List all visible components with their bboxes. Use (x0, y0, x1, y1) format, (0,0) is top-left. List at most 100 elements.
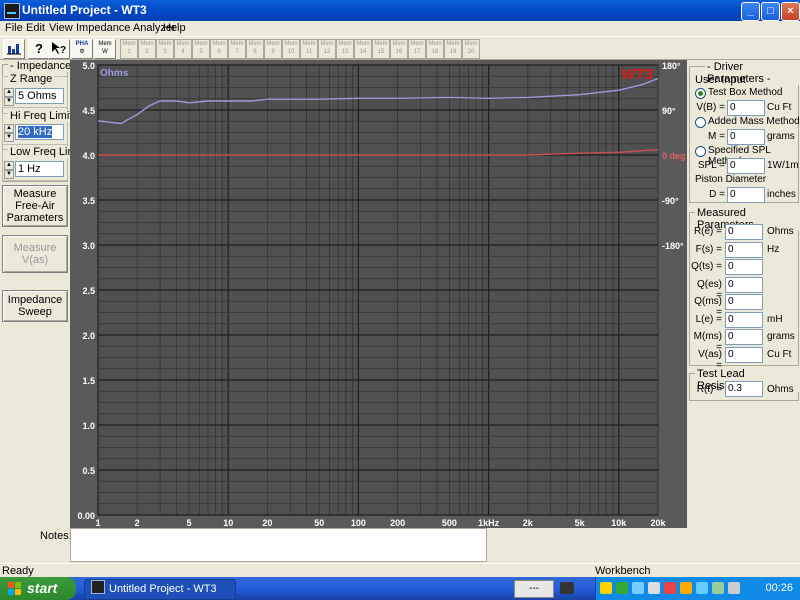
network-icon[interactable] (560, 582, 574, 594)
hi-freq-field[interactable]: 20 kHz (15, 124, 64, 140)
chart-tool-button[interactable] (3, 39, 25, 59)
y-tick-label: 2.5 (82, 286, 95, 296)
memory-slot-button[interactable]: Mem 10 (282, 39, 300, 59)
bar-chart-icon (7, 44, 21, 55)
spin-down-icon[interactable]: ▼ (4, 97, 14, 106)
mem-label: Mem (284, 41, 298, 47)
alert-icon[interactable] (664, 582, 676, 594)
volume-icon[interactable] (728, 582, 740, 594)
memory-slot-button[interactable]: Mem 2 (138, 39, 156, 59)
measured-value[interactable]: 0 (725, 311, 763, 328)
menu-edit[interactable]: Edit (26, 22, 45, 34)
low-freq-field[interactable]: 1 Hz (15, 161, 64, 177)
memory-slot-button[interactable]: Mem 3 (156, 39, 174, 59)
usb-icon[interactable] (712, 582, 724, 594)
button-line: Parameters (6, 212, 64, 224)
x-tick-label: 10 (223, 518, 233, 528)
x-tick-label: 1 (95, 518, 100, 528)
spin-up-icon[interactable]: ▲ (4, 88, 14, 97)
measured-value[interactable]: 0 (725, 276, 763, 293)
shield-icon[interactable] (600, 582, 612, 594)
network-tray-icon[interactable] (632, 582, 644, 594)
pha-button[interactable]: PHA Φ (71, 39, 93, 59)
low-freq-spinner[interactable]: ▲ ▼ (4, 161, 14, 179)
menu-file[interactable]: File (5, 22, 23, 34)
memory-slot-button[interactable]: Mem 14 (354, 39, 372, 59)
impedance-chart[interactable]: 5.0 4.5 4.0 3.5 3.0 2.5 2.0 1.5 1.0 0.5 0.00 Ohms 18… (70, 60, 687, 528)
memory-slot-button[interactable]: Mem 8 (246, 39, 264, 59)
taskbar-task-wt3[interactable]: Untitled Project - WT3 (84, 579, 236, 600)
vb-input[interactable]: 0 (727, 100, 765, 116)
menu-help[interactable]: Help (163, 22, 186, 34)
memory-slot-button[interactable]: Mem 13 (336, 39, 354, 59)
memory-slot-button[interactable]: Mem 15 (372, 39, 390, 59)
spl-input[interactable]: 0 (727, 158, 765, 174)
measured-value[interactable]: 0 (725, 259, 763, 275)
memory-slot-button[interactable]: Mem 7 (228, 39, 246, 59)
mem-slot-number: 11 (305, 49, 313, 55)
memory-slot-button[interactable]: Mem 5 (192, 39, 210, 59)
mem-slot-number: 1 (127, 49, 131, 55)
z-range-label: Z Range (8, 73, 55, 85)
minimize-button[interactable]: _ (741, 2, 760, 21)
measure-free-air-button[interactable]: Measure Free-Air Parameters (2, 185, 68, 227)
memory-slot-button[interactable]: Mem 20 (462, 39, 480, 59)
spin-down-icon[interactable]: ▼ (4, 170, 14, 179)
spl-unit: 1W/1m (767, 160, 799, 171)
measure-vas-button[interactable]: Measure V(as) (2, 235, 68, 273)
mem-label: Mem (302, 41, 316, 47)
memory-slot-button[interactable]: Mem 1 (120, 39, 138, 59)
mem-slot-number: 18 (431, 49, 439, 55)
app-icon[interactable] (4, 3, 20, 19)
memory-slot-button[interactable]: Mem 19 (444, 39, 462, 59)
mem-w-button[interactable]: Mem W (94, 39, 116, 59)
specified-spl-radio[interactable] (695, 146, 706, 157)
memory-slot-button[interactable]: Mem 4 (174, 39, 192, 59)
display-icon[interactable] (696, 582, 708, 594)
speaker-icon[interactable] (616, 582, 628, 594)
memory-slot-button[interactable]: Mem 18 (426, 39, 444, 59)
memory-slot-button[interactable]: Mem 17 (408, 39, 426, 59)
measured-value[interactable]: 0 (725, 346, 763, 363)
memory-slot-button[interactable]: Mem 11 (300, 39, 318, 59)
x-tick-label: 50 (314, 518, 324, 528)
measured-value[interactable]: 0 (725, 294, 763, 310)
d-input[interactable]: 0 (727, 187, 765, 203)
spin-down-icon[interactable]: ▼ (4, 133, 14, 142)
added-mass-radio[interactable] (695, 117, 706, 128)
hi-freq-spinner[interactable]: ▲ ▼ (4, 124, 14, 142)
impedance-sweep-button[interactable]: Impedance Sweep (2, 290, 68, 322)
measured-value[interactable]: 0 (725, 329, 763, 345)
z-range-field[interactable]: 5 Ohms (15, 88, 64, 104)
test-box-radio[interactable] (695, 88, 706, 99)
spin-up-icon[interactable]: ▲ (4, 161, 14, 170)
m-input[interactable]: 0 (727, 129, 765, 145)
measured-value[interactable]: 0 (725, 224, 763, 240)
rt-label: R(t) = (696, 384, 722, 395)
language-bar[interactable]: --- (514, 580, 554, 598)
rt-input[interactable]: 0.3 (725, 381, 763, 397)
menu-bar: File Edit View Impedance Analyzer Help (0, 21, 800, 35)
button-line: Impedance (7, 294, 63, 306)
memory-slot-button[interactable]: Mem 12 (318, 39, 336, 59)
x-tick-label: 100 (351, 518, 366, 528)
x-tick-label: 20k (650, 518, 666, 528)
memory-slot-button[interactable]: Mem 6 (210, 39, 228, 59)
menu-impedance-analyzer[interactable]: Impedance Analyzer (76, 22, 176, 34)
x-tick-label: 2 (135, 518, 140, 528)
security-icon[interactable] (648, 582, 660, 594)
menu-view[interactable]: View (49, 22, 73, 34)
update-icon[interactable] (680, 582, 692, 594)
context-help-button[interactable]: ? (48, 39, 70, 59)
close-button[interactable]: × (781, 2, 800, 21)
memory-slot-button[interactable]: Mem 16 (390, 39, 408, 59)
start-button[interactable]: start (0, 577, 76, 600)
z-range-spinner[interactable]: ▲ ▼ (4, 88, 14, 106)
memory-slot-button[interactable]: Mem 9 (264, 39, 282, 59)
help-question-icon: ? (35, 41, 43, 56)
measured-value[interactable]: 0 (725, 241, 763, 258)
about-button[interactable]: ? (28, 39, 50, 59)
notes-field[interactable] (70, 528, 487, 562)
spin-up-icon[interactable]: ▲ (4, 124, 14, 133)
maximize-button[interactable]: □ (761, 2, 780, 21)
